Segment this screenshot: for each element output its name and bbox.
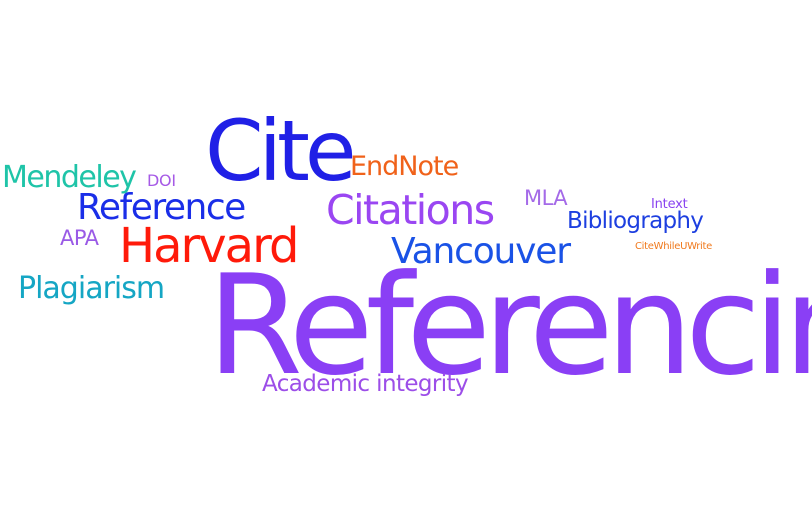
word-citewhileuwrite: CiteWhileUWrite	[635, 241, 712, 252]
word-cloud: Referencing Cite Harvard Citations Refer…	[0, 0, 812, 526]
word-intext: Intext	[651, 197, 688, 212]
word-cite: Cite	[205, 102, 357, 200]
word-plagiarism: Plagiarism	[18, 271, 165, 306]
word-citations: Citations	[326, 186, 495, 234]
word-reference: Reference	[77, 187, 246, 228]
word-harvard: Harvard	[119, 218, 299, 274]
word-endnote: EndNote	[350, 151, 459, 182]
word-apa: APA	[60, 226, 99, 250]
word-mla: MLA	[524, 186, 568, 210]
word-mendeley: Mendeley	[2, 160, 137, 195]
word-bibliography: Bibliography	[567, 208, 704, 234]
word-academic-integrity: Academic integrity	[262, 371, 469, 397]
word-vancouver: Vancouver	[391, 231, 571, 272]
word-doi: DOI	[147, 171, 176, 190]
